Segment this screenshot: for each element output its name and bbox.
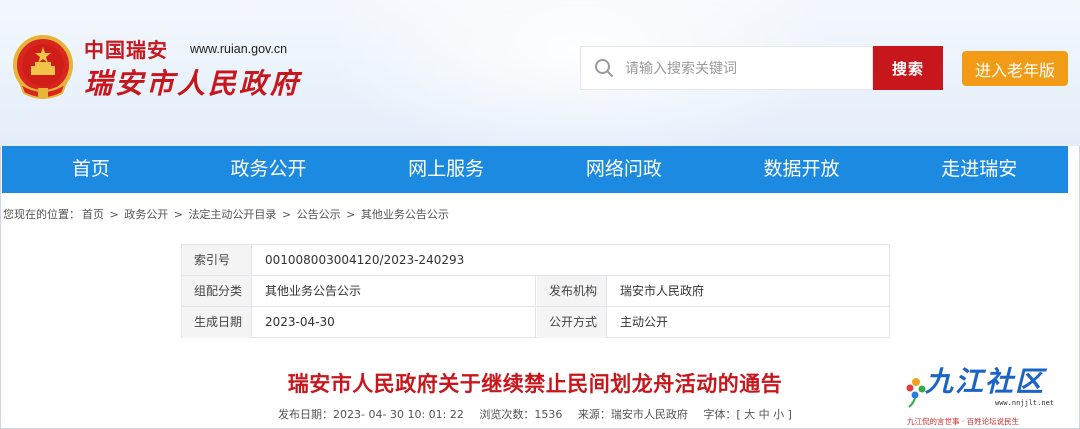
article-source: 来源：瑞安市人民政府: [577, 408, 688, 421]
search-button[interactable]: 搜索: [873, 46, 943, 90]
category-value: 其他业务公告公示: [253, 276, 536, 306]
main-nav: 首页 政务公开 网上服务 网络问政 数据开放 走进瑞安: [2, 146, 1068, 193]
watermark-url: www.nnjjlt.net: [995, 399, 1055, 407]
breadcrumb-separator: >: [109, 208, 119, 221]
elder-version-button[interactable]: 进入老年版: [962, 51, 1068, 86]
site-title-government[interactable]: 瑞安市人民政府: [84, 62, 301, 102]
watermark-title: 九江社区: [925, 365, 1046, 398]
date-value: 2023-04-30: [253, 307, 536, 338]
breadcrumb-item-directory[interactable]: 法定主动公开目录: [188, 208, 276, 221]
nav-item-online-inquiry[interactable]: 网络问政: [535, 146, 713, 193]
index-value: 001008003004120/2023-240293: [265, 253, 465, 267]
method-value: 主动公开: [620, 315, 669, 329]
date-label: 生成日期: [182, 307, 252, 338]
site-header: 中国瑞安 www.ruian.gov.cn 瑞安市人民政府 搜索 进入老年版: [0, 0, 1080, 146]
breadcrumb-item-announcements[interactable]: 公告公示: [297, 208, 341, 221]
nav-item-home[interactable]: 首页: [2, 146, 180, 193]
site-title-china-ruian: 中国瑞安: [84, 38, 168, 62]
method-label: 公开方式: [537, 307, 607, 338]
breadcrumb-prefix: 您现在的位置：: [3, 208, 80, 221]
breadcrumb-separator: >: [173, 208, 183, 221]
nav-item-government-affairs[interactable]: 政务公开: [180, 146, 358, 193]
breadcrumb-separator: >: [346, 208, 356, 221]
search-box: [580, 46, 873, 90]
index-label: 索引号: [182, 245, 252, 275]
search-icon: [595, 59, 613, 77]
watermark-logo: 九江社区 www.nnjjlt.net 九江侃的言世事 · 百姓论坛说民生: [903, 360, 1073, 428]
document-info-table: 索引号 001008003004120/2023-240293 组配分类 其他业…: [181, 244, 890, 338]
breadcrumb-item-other-announcements[interactable]: 其他业务公告公示: [361, 208, 449, 221]
search-input[interactable]: [625, 57, 865, 81]
publish-date: 发布日期：2023- 04- 30 10: 01: 22: [278, 408, 464, 421]
publisher-value: 瑞安市人民政府: [620, 284, 705, 298]
breadcrumb-item-gov-affairs[interactable]: 政务公开: [124, 208, 168, 221]
breadcrumb-item-home[interactable]: 首页: [82, 208, 104, 221]
nav-item-about-ruian[interactable]: 走进瑞安: [890, 146, 1068, 193]
watermark-slogan: 九江侃的言世事 · 百姓论坛说民生: [907, 417, 1020, 426]
font-size-switch[interactable]: 字体：[ 大 中 小 ]: [703, 408, 792, 421]
national-emblem-icon: [13, 35, 73, 99]
nav-item-online-services[interactable]: 网上服务: [357, 146, 535, 193]
breadcrumb-separator: >: [281, 208, 292, 221]
site-url[interactable]: www.ruian.gov.cn: [190, 42, 287, 56]
publisher-label: 发布机构: [537, 276, 607, 306]
breadcrumb: 您现在的位置： 首页 > 政务公开 > 法定主动公开目录 > 公告公示 > 其他业…: [3, 206, 451, 222]
nav-item-open-data[interactable]: 数据开放: [713, 146, 891, 193]
category-label: 组配分类: [182, 276, 252, 306]
info-row-date: 生成日期 2023-04-30 公开方式 主动公开: [182, 307, 889, 338]
info-row-category: 组配分类 其他业务公告公示 发布机构 瑞安市人民政府: [182, 276, 889, 307]
info-row-index: 索引号 001008003004120/2023-240293: [182, 245, 889, 276]
view-count: 浏览次数：1536: [479, 408, 563, 421]
